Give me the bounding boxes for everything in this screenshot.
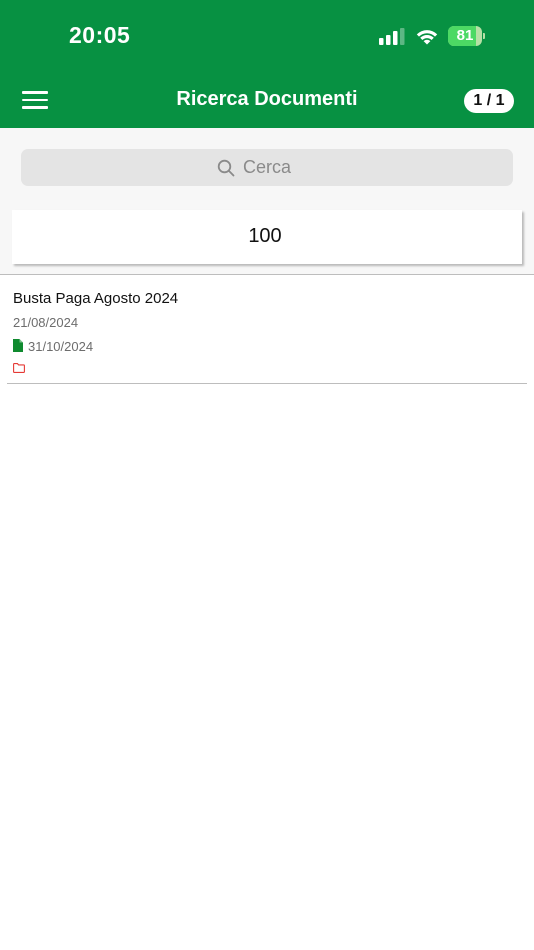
document-title: Busta Paga Agosto 2024 (13, 290, 179, 307)
search-placeholder: Cerca (243, 157, 292, 177)
search-icon (217, 159, 235, 177)
page-title: Ricerca Documenti (176, 88, 358, 110)
document-list-item[interactable]: Busta Paga Agosto 2024 21/08/2024 31/10/… (7, 284, 527, 384)
result-count-card: 100 (12, 210, 522, 264)
folder-icon (13, 363, 25, 373)
search-input[interactable]: Cerca (21, 149, 513, 186)
result-count: 100 (248, 225, 282, 247)
battery-percent: 81 (456, 27, 474, 44)
status-time: 20:05 (69, 22, 131, 48)
cellular-signal-icon (379, 28, 405, 45)
item-divider (7, 383, 527, 384)
battery-indicator: 81 (448, 26, 485, 46)
list-divider (0, 274, 534, 275)
header-bar: 20:05 81 Ricerca Documenti 1 / 1 (0, 0, 534, 128)
document-expiry-date: 31/10/2024 (28, 339, 94, 354)
battery-body: 81 (448, 26, 482, 46)
battery-cap (483, 33, 485, 39)
document-date: 21/08/2024 (13, 315, 79, 330)
page-counter-badge: 1 / 1 (464, 89, 514, 113)
search-area: Cerca 100 (0, 128, 534, 274)
wifi-icon (416, 30, 438, 45)
file-icon (13, 339, 23, 352)
